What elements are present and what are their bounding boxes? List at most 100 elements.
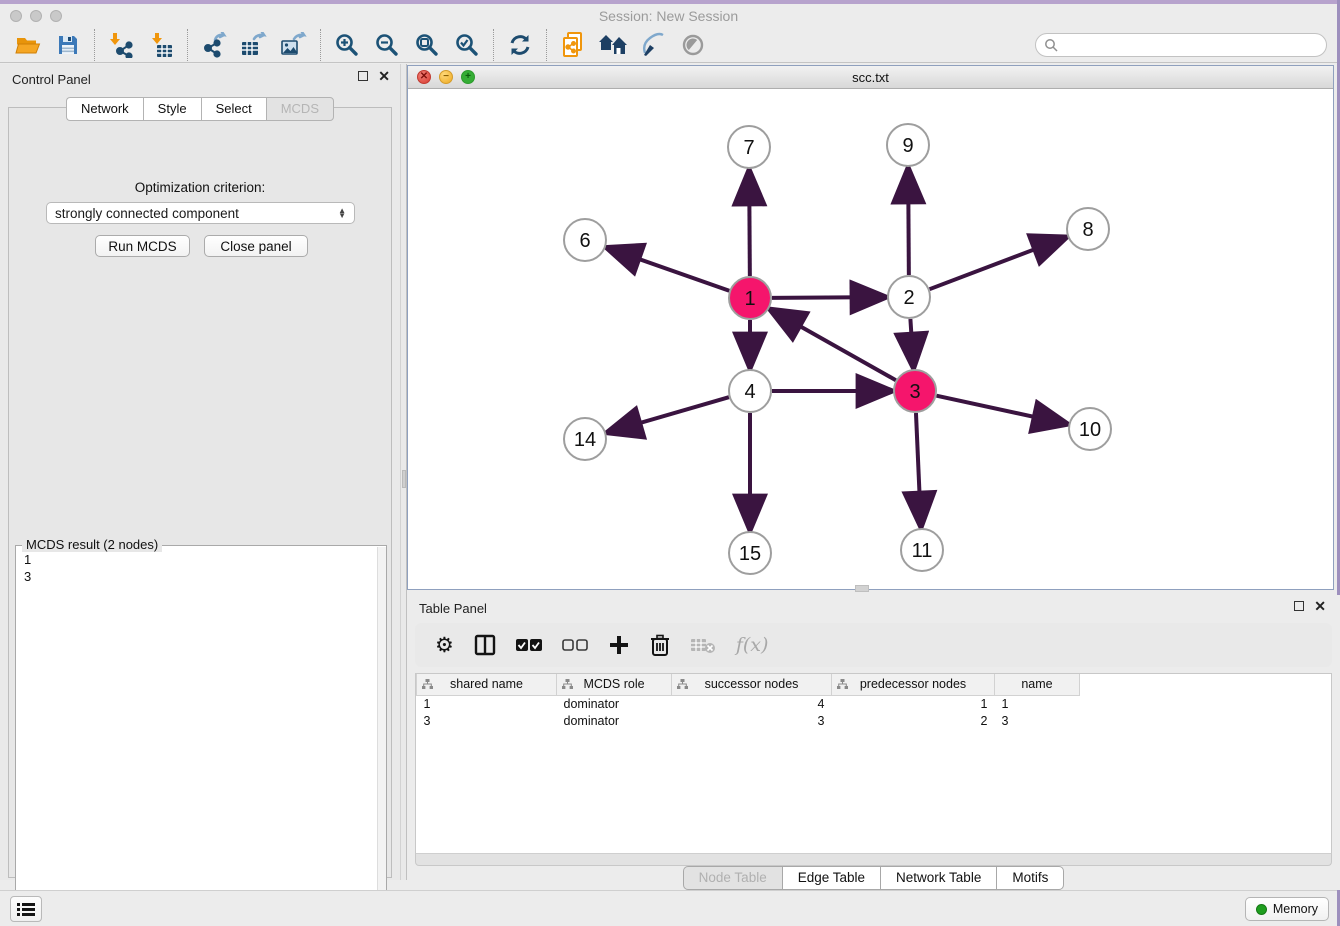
tab-network-table[interactable]: Network Table xyxy=(880,866,996,890)
table-panel: Table Panel ✕ ⚙ f(x) xyxy=(407,595,1340,890)
table-row[interactable]: 1 dominator 4 1 1 xyxy=(417,695,1080,712)
tab-style[interactable]: Style xyxy=(143,97,201,121)
statusbar: Memory xyxy=(0,890,1337,926)
zoom-selected-button[interactable] xyxy=(447,30,487,60)
column-header-shared-name[interactable]: shared name xyxy=(417,674,557,695)
zoom-fit-button[interactable] xyxy=(407,30,447,60)
memory-label: Memory xyxy=(1273,902,1318,916)
export-table-button[interactable] xyxy=(234,30,274,60)
export-network-button[interactable] xyxy=(194,30,234,60)
first-neighbors-button[interactable] xyxy=(593,30,633,60)
tab-node-table[interactable]: Node Table xyxy=(683,866,782,890)
refresh-icon xyxy=(507,32,533,58)
close-table-panel-icon[interactable]: ✕ xyxy=(1314,601,1326,611)
column-header-mcds-role[interactable]: MCDS role xyxy=(557,674,672,695)
edge-3-10[interactable] xyxy=(936,396,1063,424)
open-session-button[interactable] xyxy=(8,30,48,60)
node-label-6: 6 xyxy=(579,230,590,252)
application-window: Session: New Session xyxy=(0,0,1340,926)
result-item[interactable]: 1 xyxy=(24,551,378,568)
float-panel-icon[interactable] xyxy=(358,71,368,81)
memory-status-icon xyxy=(1256,904,1267,915)
import-table-icon xyxy=(148,32,174,58)
refresh-layout-button[interactable] xyxy=(500,30,540,60)
edge-2-3[interactable] xyxy=(910,319,913,364)
tab-network[interactable]: Network xyxy=(66,97,143,121)
duplicate-network-icon xyxy=(560,31,586,59)
select-all-columns-icon[interactable] xyxy=(516,630,542,660)
node-label-3: 3 xyxy=(909,381,920,403)
show-columns-icon[interactable] xyxy=(474,630,496,660)
vertical-splitter[interactable] xyxy=(400,64,407,880)
import-network-icon xyxy=(108,32,134,58)
node-label-4: 4 xyxy=(744,381,755,403)
export-image-button[interactable] xyxy=(274,30,314,60)
table-settings-gear-icon[interactable]: ⚙ xyxy=(435,630,454,660)
control-panel-tabs: Network Style Select MCDS xyxy=(0,97,400,121)
table-row[interactable]: 3 dominator 3 2 3 xyxy=(417,712,1080,729)
edge-layer xyxy=(610,172,1063,526)
tab-mcds[interactable]: MCDS xyxy=(266,97,334,121)
zoom-out-button[interactable] xyxy=(367,30,407,60)
import-table-button[interactable] xyxy=(141,30,181,60)
criterion-value: strongly connected component xyxy=(55,206,239,221)
optimization-criterion-label: Optimization criterion: xyxy=(9,180,391,195)
run-mcds-button[interactable]: Run MCDS xyxy=(95,235,190,257)
edge-3-11[interactable] xyxy=(916,413,921,523)
show-hide-button[interactable] xyxy=(673,30,713,60)
search-input[interactable] xyxy=(1063,38,1326,53)
edge-1-6[interactable] xyxy=(610,249,729,291)
node-label-11: 11 xyxy=(912,540,933,562)
edge-4-14[interactable] xyxy=(611,397,729,431)
style-brush-icon xyxy=(640,32,666,58)
network-title: scc.txt xyxy=(408,70,1333,85)
zoom-in-button[interactable] xyxy=(327,30,367,60)
task-list-icon xyxy=(17,902,35,916)
search-field[interactable] xyxy=(1035,33,1327,57)
column-header-predecessor-nodes[interactable]: predecessor nodes xyxy=(832,674,995,695)
main-toolbar xyxy=(0,28,1337,63)
float-table-panel-icon[interactable] xyxy=(1294,601,1304,611)
export-image-icon xyxy=(280,32,308,58)
network-graph-canvas[interactable]: 7968124314101511 xyxy=(408,89,1333,589)
create-column-plus-icon[interactable] xyxy=(608,630,630,660)
tab-edge-table[interactable]: Edge Table xyxy=(782,866,880,890)
horizontal-splitter-handle[interactable] xyxy=(855,585,869,592)
table-tabs: Node Table Edge Table Network Table Moti… xyxy=(407,866,1340,890)
zoom-in-icon xyxy=(334,32,360,58)
edge-2-9[interactable] xyxy=(908,172,909,275)
column-header-successor-nodes[interactable]: successor nodes xyxy=(672,674,832,695)
table-header-row: shared name MCDS role successor nodes pr… xyxy=(417,674,1080,695)
close-panel-icon[interactable]: ✕ xyxy=(378,71,390,81)
duplicate-network-button[interactable] xyxy=(553,30,593,60)
close-panel-button[interactable]: Close panel xyxy=(204,235,308,257)
import-network-button[interactable] xyxy=(101,30,141,60)
mcds-result-box: MCDS result (2 nodes) 1 3 xyxy=(15,545,387,915)
edge-1-7[interactable] xyxy=(749,174,750,276)
delete-column-trash-icon[interactable] xyxy=(650,630,670,660)
memory-button[interactable]: Memory xyxy=(1245,897,1329,921)
network-window-titlebar[interactable]: ✕ − + scc.txt xyxy=(408,66,1333,89)
toolbar-separator xyxy=(187,29,188,61)
tab-select[interactable]: Select xyxy=(201,97,266,121)
column-header-name[interactable]: name xyxy=(995,674,1080,695)
splitter-handle[interactable] xyxy=(402,470,406,488)
result-item[interactable]: 3 xyxy=(24,568,378,585)
node-label-9: 9 xyxy=(902,135,913,157)
unselect-all-columns-icon[interactable] xyxy=(562,630,588,660)
task-history-button[interactable] xyxy=(10,896,42,922)
zoom-selected-icon xyxy=(454,32,480,58)
hierarchy-icon xyxy=(422,679,433,690)
eye-icon xyxy=(680,32,706,58)
criterion-dropdown[interactable]: strongly connected component ▲▼ xyxy=(46,202,355,224)
table-horizontal-scrollbar[interactable] xyxy=(415,853,1332,866)
table-toolbar: ⚙ f(x) xyxy=(415,623,1332,667)
result-scrollbar[interactable] xyxy=(377,547,386,913)
save-session-button[interactable] xyxy=(48,30,88,60)
hierarchy-icon xyxy=(562,679,573,690)
tab-motifs[interactable]: Motifs xyxy=(996,866,1064,890)
edge-2-8[interactable] xyxy=(930,239,1063,290)
edge-1-2[interactable] xyxy=(772,297,882,298)
edge-3-1[interactable] xyxy=(774,311,896,380)
apply-style-button[interactable] xyxy=(633,30,673,60)
